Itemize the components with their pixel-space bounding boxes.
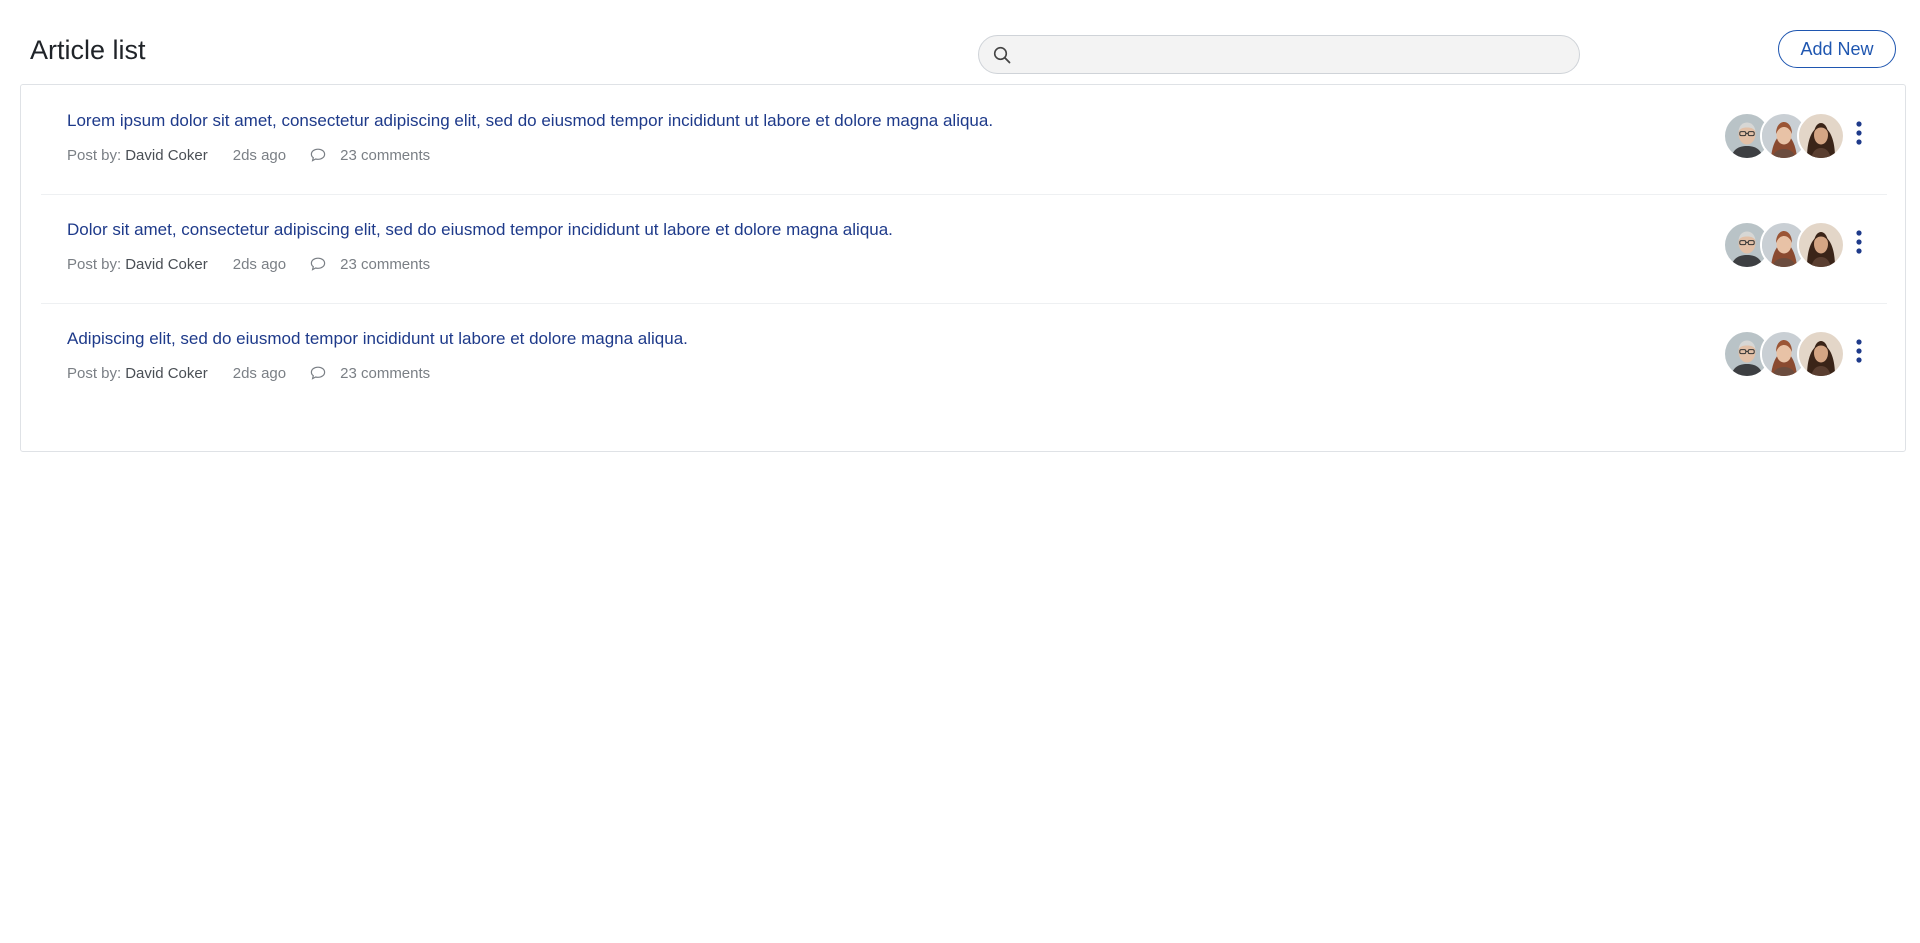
comment-count: 23 comments	[340, 255, 431, 273]
more-options-button[interactable]	[1851, 336, 1867, 366]
article-title-link[interactable]: Dolor sit amet, consectetur adipiscing e…	[67, 220, 893, 240]
avatar	[1797, 330, 1845, 378]
add-new-button[interactable]: Add New	[1778, 30, 1896, 68]
post-time: 2ds ago	[232, 146, 287, 164]
avatar-group	[1723, 330, 1845, 378]
more-vertical-icon	[1856, 230, 1862, 254]
more-options-button[interactable]	[1851, 227, 1867, 257]
header: Article list Add New	[0, 0, 1920, 84]
more-vertical-icon	[1856, 121, 1862, 145]
post-by-label: Post by:	[67, 255, 122, 273]
avatar	[1797, 221, 1845, 269]
comment-icon	[310, 366, 326, 380]
comment-count: 23 comments	[340, 146, 431, 164]
post-time: 2ds ago	[232, 364, 287, 382]
article-list-page: Article list Add New Lorem ipsum dolor s…	[0, 0, 1920, 943]
post-by-label: Post by:	[67, 364, 122, 382]
comment-icon	[310, 257, 326, 271]
comment-icon	[310, 148, 326, 162]
more-vertical-icon	[1856, 339, 1862, 363]
article-item: Adipiscing elit, sed do eiusmod tempor i…	[41, 303, 1887, 412]
article-title-link[interactable]: Adipiscing elit, sed do eiusmod tempor i…	[67, 329, 688, 349]
author-name: David Coker	[125, 364, 208, 382]
more-options-button[interactable]	[1851, 118, 1867, 148]
page-title: Article list	[30, 35, 146, 65]
article-meta: Post by: David Coker 2ds ago 23 comments	[67, 145, 430, 165]
article-item: Dolor sit amet, consectetur adipiscing e…	[41, 194, 1887, 303]
avatar	[1797, 112, 1845, 160]
search-input[interactable]	[1021, 36, 1569, 73]
article-meta: Post by: David Coker 2ds ago 23 comments	[67, 363, 430, 383]
article-meta: Post by: David Coker 2ds ago 23 comments	[67, 254, 430, 274]
author-name: David Coker	[125, 146, 208, 164]
avatar-group	[1723, 112, 1845, 160]
post-by-label: Post by:	[67, 146, 122, 164]
article-title-link[interactable]: Lorem ipsum dolor sit amet, consectetur …	[67, 111, 993, 131]
comment-count: 23 comments	[340, 364, 431, 382]
avatar-group	[1723, 221, 1845, 269]
search-icon	[993, 46, 1011, 64]
author-name: David Coker	[125, 255, 208, 273]
post-time: 2ds ago	[232, 255, 287, 273]
article-list: Lorem ipsum dolor sit amet, consectetur …	[20, 84, 1906, 452]
search-box[interactable]	[978, 35, 1580, 74]
article-item: Lorem ipsum dolor sit amet, consectetur …	[41, 85, 1887, 194]
